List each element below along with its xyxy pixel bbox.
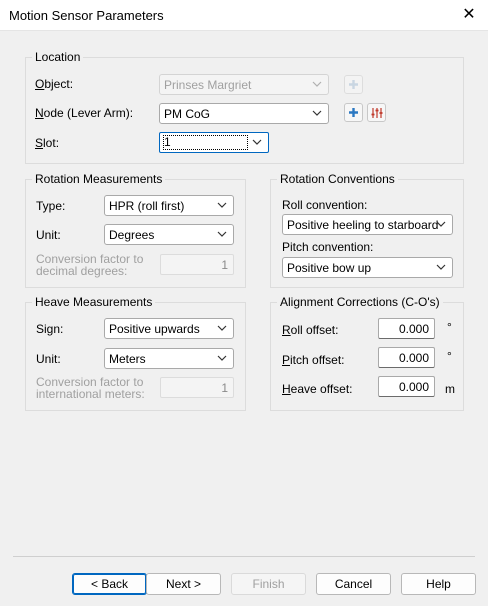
slot-label-text: lot: <box>43 136 60 150</box>
heave-conversion-value: 1 <box>221 381 228 395</box>
pitch-convention-select[interactable]: Positive bow up <box>282 257 453 278</box>
heave-offset-value: 0.000 <box>398 380 429 394</box>
heave-measurements-title: Heave Measurements <box>32 295 156 309</box>
add-node-button[interactable] <box>344 103 363 122</box>
rotation-measurements-title: Rotation Measurements <box>32 172 166 186</box>
sliders-icon <box>371 108 383 118</box>
heave-offset-input[interactable]: 0.000 <box>378 376 435 397</box>
node-select[interactable]: PM CoG <box>159 103 329 124</box>
rotation-conversion-field: 1 <box>160 254 234 275</box>
alignment-corrections-title: Alignment Corrections (C-O's) <box>277 295 443 309</box>
rotation-unit-label: Unit: <box>36 228 61 242</box>
rotation-type-select[interactable]: HPR (roll first) <box>104 195 234 216</box>
chevron-down-icon <box>436 264 446 270</box>
pitch-offset-unit: ° <box>447 349 452 363</box>
heave-sign-select[interactable]: Positive upwards <box>104 318 234 339</box>
cancel-button[interactable]: Cancel <box>316 573 391 595</box>
heave-sign-value: Positive upwards <box>109 322 200 336</box>
pitch-convention-label: Pitch convention: <box>282 240 374 254</box>
finish-button[interactable]: Finish <box>231 573 306 595</box>
plus-icon <box>349 80 358 89</box>
next-button[interactable]: Next > <box>146 573 221 595</box>
chevron-down-icon <box>436 221 446 227</box>
heave-offset-unit: m <box>445 382 455 396</box>
rotation-conventions-title: Rotation Conventions <box>277 172 398 186</box>
chevron-down-icon <box>217 355 227 361</box>
node-select-value: PM CoG <box>164 107 211 121</box>
rotation-type-label: Type: <box>36 199 66 213</box>
chevron-down-icon <box>252 139 262 145</box>
footer-separator <box>13 556 475 557</box>
chevron-down-icon <box>312 110 322 116</box>
title-bar: Motion Sensor Parameters ✕ <box>0 0 488 31</box>
node-label: Node (Lever Arm): <box>35 106 134 120</box>
pitch-convention-value: Positive bow up <box>287 261 372 275</box>
chevron-down-icon <box>312 81 322 87</box>
roll-convention-value: Positive heeling to starboard <box>287 218 439 232</box>
heave-conversion-label: Conversion factor to international meter… <box>36 375 145 401</box>
roll-offset-unit: ° <box>447 320 452 334</box>
plus-icon <box>349 108 358 117</box>
object-label-text: bject: <box>44 77 74 91</box>
object-select[interactable]: Prinses Margriet <box>159 74 329 95</box>
close-icon[interactable]: ✕ <box>458 4 480 26</box>
heave-unit-value: Meters <box>109 352 146 366</box>
heave-conversion-field: 1 <box>160 377 234 398</box>
roll-convention-select[interactable]: Positive heeling to starboard <box>282 214 453 235</box>
heave-unit-label: Unit: <box>36 352 61 366</box>
chevron-down-icon <box>217 231 227 237</box>
back-button[interactable]: < Back <box>72 573 147 595</box>
heave-offset-label-text: eave offset: <box>290 382 353 396</box>
rotation-conversion-value: 1 <box>221 258 228 272</box>
object-select-value: Prinses Margriet <box>164 78 252 92</box>
rotation-type-value: HPR (roll first) <box>109 199 185 213</box>
adjust-node-button[interactable] <box>367 103 386 122</box>
node-label-text: ode (Lever Arm): <box>43 106 134 120</box>
slot-select-value: 1 <box>163 135 248 150</box>
window-title: Motion Sensor Parameters <box>9 8 164 23</box>
chevron-down-icon <box>217 202 227 208</box>
add-object-button[interactable] <box>344 75 363 94</box>
rotation-unit-value: Degrees <box>109 228 155 242</box>
roll-offset-label-text: oll offset: <box>290 323 339 337</box>
rotation-conversion-label: Conversion factor to decimal degrees: <box>36 252 144 278</box>
roll-convention-label: Roll convention: <box>282 198 368 212</box>
rotation-unit-select[interactable]: Degrees <box>104 224 234 245</box>
pitch-offset-label-text: itch offset: <box>290 353 345 367</box>
object-label: Object: <box>35 77 74 91</box>
roll-offset-value: 0.000 <box>398 322 429 336</box>
slot-select[interactable]: 1 <box>159 132 269 153</box>
help-button[interactable]: Help <box>401 573 476 595</box>
chevron-down-icon <box>217 325 227 331</box>
slot-label: Slot: <box>35 136 60 150</box>
pitch-offset-value: 0.000 <box>398 351 429 365</box>
roll-offset-label: Roll offset: <box>282 323 339 337</box>
heave-sign-label: Sign: <box>36 322 64 336</box>
heave-offset-label: Heave offset: <box>282 382 353 396</box>
heave-unit-select[interactable]: Meters <box>104 348 234 369</box>
location-group-title: Location <box>32 50 84 64</box>
pitch-offset-label: Pitch offset: <box>282 353 345 367</box>
pitch-offset-input[interactable]: 0.000 <box>378 347 435 368</box>
roll-offset-input[interactable]: 0.000 <box>378 318 435 339</box>
